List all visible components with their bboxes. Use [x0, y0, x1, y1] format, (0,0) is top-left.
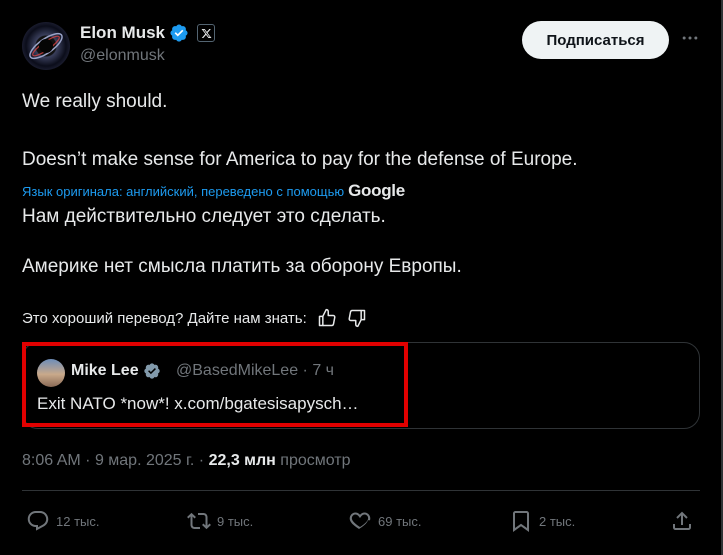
thumbs-down-icon[interactable]	[347, 308, 367, 328]
meta-separator: ·	[198, 452, 205, 469]
divider	[22, 490, 700, 491]
meta-separator: ·	[85, 452, 91, 469]
share-icon	[673, 511, 691, 530]
reply-icon	[27, 511, 49, 531]
subscribe-button[interactable]: Подписаться	[522, 21, 669, 59]
translation-note[interactable]: Язык оригинала: английский, переведено с…	[22, 181, 405, 201]
tweet-meta: 8:06 AM · 9 мар. 2025 г. · 22,3 млн прос…	[22, 452, 351, 470]
quoted-author-display-name[interactable]: Mike Lee	[71, 362, 139, 380]
heart-icon	[349, 512, 371, 529]
quoted-verified-badge-icon	[143, 362, 161, 380]
translation-feedback: Это хороший перевод? Дайте нам знать:	[22, 308, 367, 328]
quoted-author-handle[interactable]: @BasedMikeLee	[176, 362, 298, 379]
translated-line-1: Нам действительно следует это сделать.	[22, 206, 386, 227]
views-label: просмотр	[280, 452, 351, 469]
share-button[interactable]	[670, 509, 694, 533]
author-handle[interactable]: @elonmusk	[80, 47, 165, 65]
feedback-prompt: Это хороший перевод? Дайте нам знать:	[22, 309, 307, 327]
quoted-tweet-card[interactable]	[22, 342, 700, 429]
tweet-detail: Elon Musk @elonmusk Подписаться We reall…	[0, 0, 723, 555]
tweet-time[interactable]: 8:06 AM	[22, 452, 81, 469]
tweet-date[interactable]: 9 мар. 2025 г.	[95, 452, 194, 469]
like-count: 69 тыс.	[378, 513, 422, 529]
thumbs-up-icon[interactable]	[317, 308, 337, 328]
reply-button[interactable]: 12 тыс.	[26, 509, 99, 533]
reply-count: 12 тыс.	[56, 513, 100, 529]
author-avatar[interactable]	[22, 22, 70, 70]
like-button[interactable]: 69 тыс.	[348, 509, 421, 533]
bookmark-count: 2 тыс.	[539, 513, 576, 529]
google-logo: Google	[348, 181, 405, 200]
quoted-separator: ·	[302, 362, 308, 379]
more-horizontal-icon[interactable]	[678, 26, 702, 50]
quoted-time[interactable]: 7 ч	[312, 362, 334, 379]
repost-icon	[187, 512, 211, 530]
quoted-tweet-text: Exit NATO *now*! x.com/bgatesisapysch…	[37, 394, 359, 413]
translation-note-text: Язык оригинала: английский, переведено с…	[22, 183, 345, 199]
tweet-text-line-1: We really should.	[22, 91, 168, 112]
x-logo-icon[interactable]	[197, 24, 216, 42]
quoted-author-name-row: Mike Lee	[71, 362, 161, 380]
repost-count: 9 тыс.	[217, 513, 254, 529]
views-count[interactable]: 22,3 млн	[209, 452, 276, 469]
quoted-meta: @BasedMikeLee · 7 ч	[176, 362, 334, 380]
quoted-author-avatar[interactable]	[37, 359, 65, 387]
translated-line-2: Америке нет смысла платить за оборону Ев…	[22, 256, 462, 277]
bookmark-button[interactable]: 2 тыс.	[509, 509, 575, 533]
bookmark-icon	[513, 511, 529, 532]
tweet-text-line-2: Doesn’t make sense for America to pay fo…	[22, 149, 578, 170]
author-display-name[interactable]: Elon Musk	[80, 23, 165, 43]
repost-button[interactable]: 9 тыс.	[187, 509, 253, 533]
author-name-row: Elon Musk	[80, 22, 216, 44]
verified-badge-icon[interactable]	[169, 23, 189, 43]
